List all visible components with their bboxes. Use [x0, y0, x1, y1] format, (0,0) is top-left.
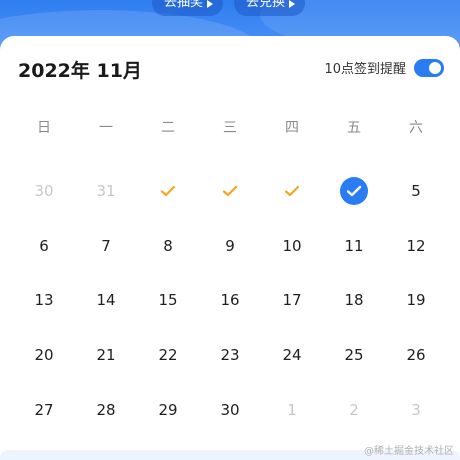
- day-number: 12: [406, 236, 426, 255]
- toggle-knob: [429, 61, 441, 74]
- calendar-day[interactable]: 21: [75, 328, 137, 383]
- reminder-setting: 10点签到提醒: [324, 58, 444, 77]
- day-number: 3: [411, 400, 421, 419]
- calendar-day[interactable]: 3: [385, 382, 447, 437]
- day-number: 22: [158, 346, 178, 365]
- go-draw-label: 去抽奖: [164, 0, 204, 10]
- day-number: 16: [220, 291, 240, 310]
- day-number: 6: [39, 236, 49, 255]
- calendar-day[interactable]: 5: [385, 164, 447, 219]
- calendar-day[interactable]: 28: [75, 382, 137, 437]
- calendar-day[interactable]: 15: [137, 273, 199, 328]
- calendar-day[interactable]: 27: [13, 382, 75, 437]
- month-title: 2022年 11月: [18, 60, 142, 82]
- day-number: 30: [34, 182, 54, 201]
- reminder-label: 10点签到提醒: [324, 62, 406, 77]
- day-number: 26: [406, 346, 426, 365]
- calendar-card: 2022年 11月 10点签到提醒 日一二三四五六 30 31 5 6 7 8 9 10 11 1…: [0, 36, 460, 460]
- weekday-label: 二: [161, 120, 175, 136]
- day-number: 13: [34, 291, 54, 310]
- play-arrow-icon: [207, 0, 214, 8]
- calendar-day[interactable]: 1: [261, 382, 323, 437]
- calendar-day[interactable]: 26: [385, 328, 447, 383]
- calendar-day[interactable]: 14: [75, 273, 137, 328]
- day-number: 31: [96, 182, 116, 201]
- calendar-day[interactable]: 18: [323, 273, 385, 328]
- calendar-day-today[interactable]: [323, 164, 385, 219]
- day-number: 17: [282, 291, 302, 310]
- today-signed-badge: [340, 177, 368, 206]
- calendar-day[interactable]: 17: [261, 273, 323, 328]
- play-arrow-icon: [289, 0, 296, 8]
- day-number: 14: [96, 291, 116, 310]
- go-redeem-button[interactable]: 去兑换: [234, 0, 306, 16]
- day-number: 27: [34, 400, 54, 419]
- calendar-day[interactable]: 23: [199, 328, 261, 383]
- day-number: 21: [96, 346, 116, 365]
- weekday-header: 日一二三四五六: [13, 118, 447, 138]
- weekday-label: 四: [285, 120, 299, 136]
- go-draw-button[interactable]: 去抽奖: [152, 0, 224, 16]
- day-number: 10: [282, 236, 302, 255]
- calendar-day[interactable]: 31: [75, 164, 137, 219]
- calendar-day[interactable]: 2: [323, 382, 385, 437]
- calendar-day[interactable]: 11: [323, 219, 385, 274]
- day-number: 2: [349, 400, 359, 419]
- calendar-day[interactable]: 29: [137, 382, 199, 437]
- checkmark-icon: [346, 186, 362, 197]
- day-number: 9: [225, 236, 235, 255]
- calendar-day[interactable]: 6: [13, 219, 75, 274]
- checkmark-icon: [160, 186, 176, 197]
- calendar-day[interactable]: 25: [323, 328, 385, 383]
- day-number: 30: [220, 400, 240, 419]
- day-number: 20: [34, 346, 54, 365]
- calendar-day[interactable]: 12: [385, 219, 447, 274]
- calendar-day-signed[interactable]: [137, 164, 199, 219]
- watermark: @稀土掘金技术社区: [364, 446, 454, 457]
- day-number: 15: [158, 291, 178, 310]
- weekday-label: 三: [223, 120, 237, 136]
- day-number: 18: [344, 291, 364, 310]
- day-number: 24: [282, 346, 302, 365]
- calendar-day-signed[interactable]: [261, 164, 323, 219]
- day-number: 1: [287, 400, 297, 419]
- calendar-day[interactable]: 7: [75, 219, 137, 274]
- calendar-day[interactable]: 22: [137, 328, 199, 383]
- checkmark-icon: [222, 186, 238, 197]
- day-number: 8: [163, 236, 173, 255]
- day-number: 5: [411, 182, 421, 201]
- weekday-label: 六: [409, 120, 423, 136]
- calendar-day[interactable]: 20: [13, 328, 75, 383]
- calendar-day[interactable]: 8: [137, 219, 199, 274]
- calendar-day[interactable]: 10: [261, 219, 323, 274]
- calendar-day[interactable]: 19: [385, 273, 447, 328]
- day-number: 28: [96, 400, 116, 419]
- day-number: 19: [406, 291, 426, 310]
- reminder-toggle[interactable]: [414, 58, 444, 77]
- weekday-label: 一: [99, 120, 113, 136]
- calendar-day[interactable]: 9: [199, 219, 261, 274]
- calendar-day[interactable]: 30: [13, 164, 75, 219]
- checkmark-icon: [284, 186, 300, 197]
- go-redeem-label: 去兑换: [246, 0, 286, 10]
- calendar-day[interactable]: 30: [199, 382, 261, 437]
- day-number: 7: [101, 236, 111, 255]
- calendar-day[interactable]: 16: [199, 273, 261, 328]
- day-number: 25: [344, 346, 364, 365]
- weekday-label: 五: [347, 120, 361, 136]
- day-number: 23: [220, 346, 240, 365]
- calendar-day[interactable]: 24: [261, 328, 323, 383]
- day-number: 29: [158, 400, 178, 419]
- calendar-grid: 30 31 5 6 7 8 9 10 11 12 13 14 15 16 17 18 19 20 21 22 23 24 2…: [13, 164, 447, 437]
- calendar-day-signed[interactable]: [199, 164, 261, 219]
- day-number: 11: [344, 236, 364, 255]
- weekday-label: 日: [37, 120, 51, 136]
- calendar-day[interactable]: 13: [13, 273, 75, 328]
